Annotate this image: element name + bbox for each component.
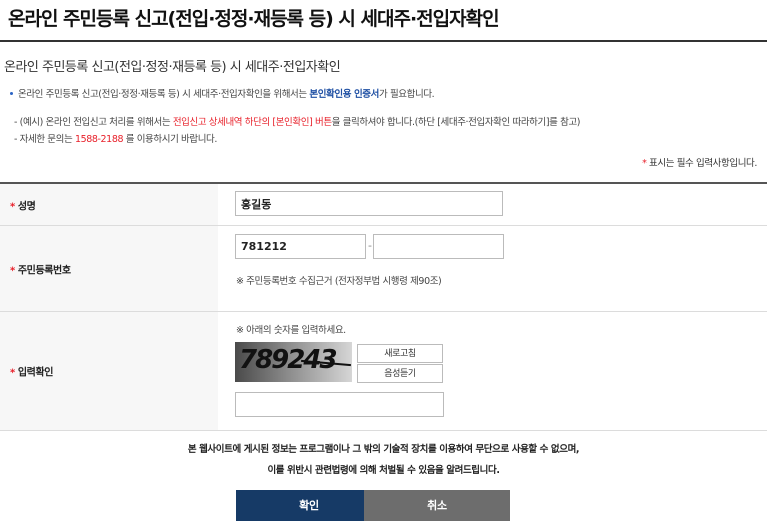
captcha-audio-button[interactable]: 음성듣기 xyxy=(357,364,443,383)
confirm-button[interactable]: 확인 xyxy=(236,490,382,521)
notice-text: 를 이용하시기 바랍니다. xyxy=(123,134,218,145)
form-label-cell: * 성명 xyxy=(0,184,218,225)
name-label: * 성명 xyxy=(10,197,36,212)
required-note-text: 표시는 필수 입력사항입니다. xyxy=(646,158,757,169)
resident-number-front-input[interactable] xyxy=(235,234,366,259)
title-divider xyxy=(0,40,767,42)
form-row-resident-number: *주민등록번호 - ※ 주민등록번호 수집근거 (전자정부법 시행령 제90조) xyxy=(0,226,767,312)
name-input[interactable] xyxy=(235,191,503,216)
resident-number-separator: - xyxy=(368,239,372,252)
name-label-text: 성명 xyxy=(17,201,36,212)
form-row-captcha: * 입력확인 ※ 아래의 숫자를 입력하세요. 789243 새로고침 음성듣기 xyxy=(0,312,767,431)
form-label-cell: * 입력확인 xyxy=(0,312,218,430)
required-star: * xyxy=(10,367,15,379)
notice-text: - (예시) 온라인 전입신고 처리를 위해서는 xyxy=(14,117,173,128)
captcha-label-text: 입력확인 xyxy=(17,367,54,379)
required-star: * xyxy=(10,265,15,276)
bullet-icon xyxy=(10,92,13,95)
phone-number: 1588-2188 xyxy=(74,134,124,145)
certificate-highlight: 본인확인용 인증서 xyxy=(309,89,379,100)
disclaimer-line-2: 이를 위반시 관련법령에 의해 처벌될 수 있음을 알려드립니다. xyxy=(267,465,500,476)
notice-line-3: - 자세한 문의는 1588-2188 를 이용하시기 바랍니다. xyxy=(14,131,217,145)
resident-number-label: * 주민등록번호 xyxy=(10,261,71,276)
form-row-name: * 성명 xyxy=(0,184,767,226)
notice-text: 을 클릭하셔야 합니다.(하단 [세대주·전입자확인 따라하기]를 참고) xyxy=(331,117,581,128)
cancel-button[interactable]: 취소 xyxy=(364,490,510,521)
captcha-refresh-button[interactable]: 새로고침 xyxy=(357,344,443,363)
captcha-input[interactable] xyxy=(235,392,444,417)
form-label-cell: * 주민등록번호 xyxy=(0,226,218,311)
notice-text: 온라인 주민등록 신고(전입·정정·재등록 등) 시 세대주·전입자확인을 위해… xyxy=(18,89,310,100)
captcha-label: * 입력확인 xyxy=(10,364,53,379)
notice-text: 가 필요합니다. xyxy=(379,89,435,100)
resident-number-back-input[interactable] xyxy=(373,234,504,259)
captcha-instruction: ※ 아래의 숫자를 입력하세요. xyxy=(236,325,346,336)
notice-line-2: - (예시) 온라인 전입신고 처리를 위해서는 전입신고 상세내역 하단의 [… xyxy=(14,114,580,128)
notice-line-1: 온라인 주민등록 신고(전입·정정·재등록 등) 시 세대주·전입자확인을 위해… xyxy=(8,86,435,100)
captcha-image: 789243 xyxy=(235,342,352,382)
resident-number-legal-note: ※ 주민등록번호 수집근거 (전자정부법 시행령 제90조) xyxy=(236,276,442,287)
page-title: 온라인 주민등록 신고(전입·정정·재등록 등) 시 세대주·전입자확인 xyxy=(8,8,500,30)
section-subtitle: 온라인 주민등록 신고(전입·정정·재등록 등) 시 세대주·전입자확인 xyxy=(4,60,341,75)
notice-text: - 자세한 문의는 xyxy=(14,134,75,145)
form-table: *성명 *주민등록번호 - ※ 주민등록번호 수집근거 (전자정부법 시행령 제… xyxy=(0,182,767,431)
captcha-digits: 789243 xyxy=(239,345,338,375)
required-note: * 표시는 필수 입력사항입니다. xyxy=(642,155,757,169)
resident-number-label-text: 주민등록번호 xyxy=(17,265,71,276)
disclaimer-line-1: 본 웹사이트에 게시된 정보는 프로그램이나 그 밖의 기술적 장치를 이용하여… xyxy=(187,444,580,455)
identity-button-highlight: 전입신고 상세내역 하단의 [본인확인] 버튼 xyxy=(172,117,332,128)
required-star: * xyxy=(10,201,15,212)
